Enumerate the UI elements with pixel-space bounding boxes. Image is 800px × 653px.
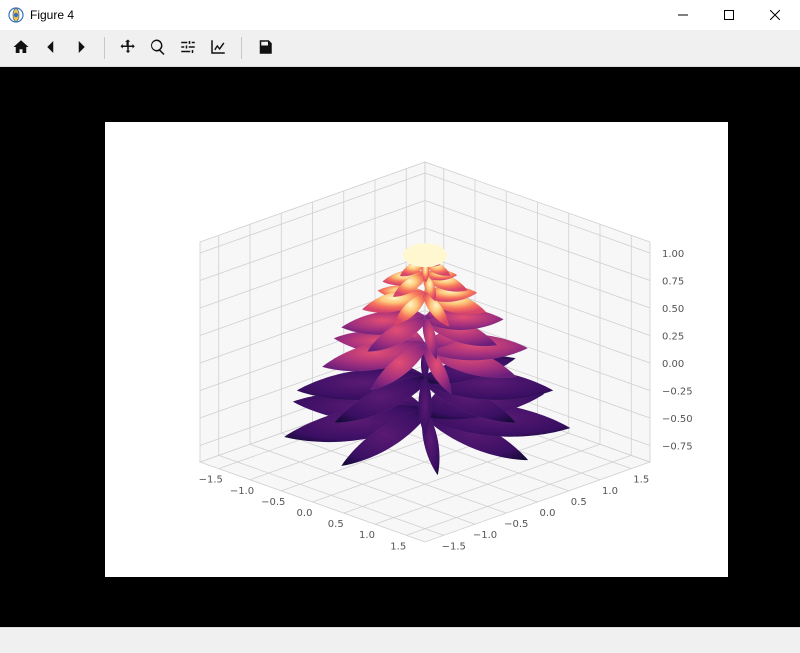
toolbar-separator (104, 37, 105, 59)
tick-label: 1.5 (390, 541, 406, 552)
save-icon (256, 38, 274, 59)
tick-label: 1.0 (602, 486, 618, 497)
toolbar-edit-button[interactable] (203, 33, 233, 63)
tick-label: 0.00 (662, 359, 684, 370)
window-title: Figure 4 (30, 8, 74, 22)
tick-label: 0.0 (297, 508, 313, 519)
toolbar-pan-button[interactable] (113, 33, 143, 63)
toolbar-separator (241, 37, 242, 59)
tick-label: −1.5 (199, 475, 223, 486)
toolbar-subplots-button[interactable] (173, 33, 203, 63)
app-icon (8, 7, 24, 23)
statusbar (0, 627, 800, 653)
tick-label: 0.5 (328, 519, 344, 530)
tick-label: 0.25 (662, 332, 684, 343)
tick-label: 1.0 (359, 530, 375, 541)
zoom-icon (149, 38, 167, 59)
tick-label: 1.00 (662, 249, 684, 260)
move-icon (119, 38, 137, 59)
tick-label: −1.5 (442, 541, 466, 552)
chart-line-icon (209, 38, 227, 59)
toolbar-forward-button[interactable] (66, 33, 96, 63)
window-minimize-button[interactable] (660, 0, 706, 30)
arrow-right-icon (72, 38, 90, 59)
toolbar-back-button[interactable] (36, 33, 66, 63)
figure-canvas-background: −1.5−1.0−0.50.00.51.01.5−1.5−1.0−0.50.00… (0, 67, 800, 627)
home-icon (12, 38, 30, 59)
tick-label: −1.0 (473, 530, 497, 541)
tick-label: 0.50 (662, 304, 684, 315)
toolbar-save-button[interactable] (250, 33, 280, 63)
tick-label: 1.5 (633, 475, 649, 486)
tick-label: 0.5 (571, 497, 587, 508)
tick-label: 0.0 (540, 508, 556, 519)
toolbar-home-button[interactable] (6, 33, 36, 63)
axes3d: −1.5−1.0−0.50.00.51.01.5−1.5−1.0−0.50.00… (105, 122, 728, 577)
tick-label: −0.5 (504, 519, 528, 530)
tick-label: −0.50 (662, 414, 693, 425)
window-close-button[interactable] (752, 0, 798, 30)
window-maximize-button[interactable] (706, 0, 752, 30)
tick-label: −0.75 (662, 442, 693, 453)
figure-surface[interactable]: −1.5−1.0−0.50.00.51.01.5−1.5−1.0−0.50.00… (105, 122, 728, 577)
window-titlebar: Figure 4 (0, 0, 800, 30)
sliders-icon (179, 38, 197, 59)
tick-label: −0.5 (261, 497, 285, 508)
mpl-toolbar (0, 30, 800, 67)
tick-label: −0.25 (662, 387, 693, 398)
toolbar-zoom-button[interactable] (143, 33, 173, 63)
tick-label: 0.75 (662, 277, 684, 288)
tick-label: −1.0 (230, 486, 254, 497)
arrow-left-icon (42, 38, 60, 59)
